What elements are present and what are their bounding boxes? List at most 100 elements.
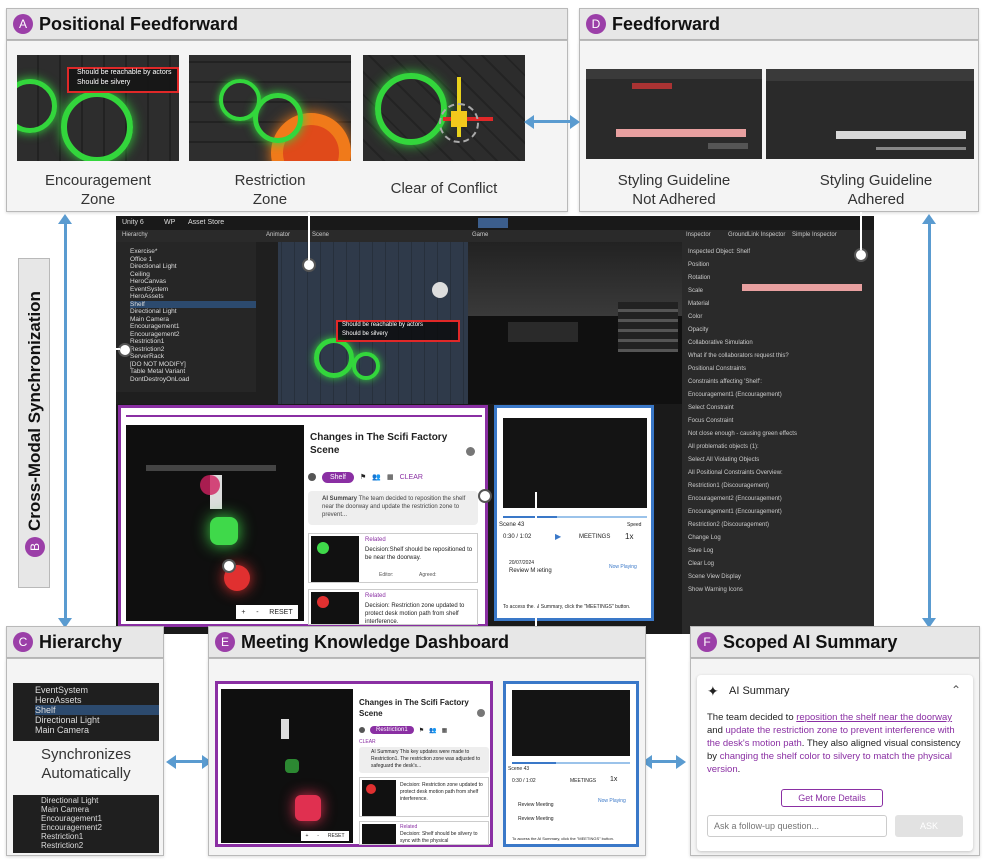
e-card2-chip: Related [400,824,418,830]
video-panel: Scene 43 0:30 / 1:02 ▶ MEETINGS Speed 1x… [494,405,654,621]
e-group-icon[interactable]: 👥 [429,727,436,734]
hierarchy-item[interactable]: Main Camera [41,805,159,814]
e-clear-button[interactable]: CLEAR [359,739,376,745]
card1-agreed: Agreed: [419,572,437,578]
unity-asset-store[interactable]: Asset Store [188,219,224,226]
hierarchy-item[interactable]: DontDestroyOnLoad [130,376,256,384]
get-more-details-button[interactable]: Get More Details [781,789,883,807]
hierarchy-item[interactable]: Main Camera [130,316,256,324]
hierarchy-item[interactable]: EventSystem [35,685,159,695]
hierarchy-item[interactable]: Shelf [130,300,256,308]
hierarchy-item[interactable]: Restriction1 [41,832,159,841]
ai-summary-text: The team decided to reposition the shelf… [707,712,961,775]
hierarchy-item[interactable]: HeroAssets [130,293,256,301]
group-icon[interactable]: 👥 [372,473,381,481]
scene-gizmo[interactable] [432,282,448,298]
tab-inspector[interactable]: Inspector [686,232,711,238]
e-3d-view[interactable]: + - RESET [221,689,353,843]
ai-summary-header: AI Summary [729,685,790,697]
e-ai-summary-box[interactable]: AI Summary This key updates were made to… [359,747,489,773]
hierarchy-item[interactable]: Table Metal Variant [130,368,256,376]
hierarchy-item[interactable]: Office 1 [130,256,256,264]
ask-button[interactable]: ASK [895,815,963,837]
panel-f-title: F Scoped AI Summary [690,626,980,658]
e-calendar-icon[interactable]: ▦ [442,727,448,734]
play-icon[interactable]: ▶ [555,532,561,541]
collapse-icon[interactable]: ⌃ [951,683,961,697]
hierarchy-item[interactable]: Encouragement2 [41,823,159,832]
tab-hierarchy[interactable]: Hierarchy [122,232,148,238]
ai-summary-box[interactable]: AI Summary The team decided to repositio… [308,491,478,525]
e-decision-card-2[interactable]: Related Decision: Shelf should be silver… [359,821,489,845]
e-zoom-in-button[interactable]: + [305,833,308,839]
dashboard-3d-view[interactable]: + - RESET [126,425,304,621]
tab-scene[interactable]: Scene [312,232,329,238]
play-button[interactable] [478,218,508,228]
person-icon[interactable] [308,473,316,481]
tab-simple-inspector[interactable]: Simple Inspector [792,232,837,238]
e-help-icon[interactable] [477,709,485,717]
hierarchy-item[interactable]: EventSystem [130,286,256,294]
hierarchy-item[interactable]: HeroCanvas [130,278,256,286]
hierarchy-item[interactable]: Directional Light [41,796,159,805]
hierarchy-item[interactable]: HeroAssets [35,695,159,705]
zoom-controls[interactable]: + - RESET [236,605,298,619]
filter-chip-shelf[interactable]: Shelf [322,471,354,483]
help-icon[interactable] [466,447,475,456]
hierarchy-item[interactable]: Exercise* [130,248,256,256]
hierarchy-top: EventSystem HeroAssets Shelf Directional Li… [13,683,159,741]
card2-text: Decision: Restriction zone updated to pr… [365,603,465,625]
hierarchy-item[interactable]: Directional Light [35,715,159,725]
hierarchy-item[interactable]: Directional Light [130,263,256,271]
follow-up-input[interactable] [707,815,887,837]
reset-button[interactable]: RESET [269,609,292,616]
connector-dot-d [854,248,868,262]
decision-card-2[interactable]: Related Decision: Restriction zone updat… [308,589,478,625]
speed-select[interactable]: 1x [625,532,633,541]
e-decision-card-1[interactable]: Decision: Restriction zone updated to pr… [359,777,489,817]
e-speed-select[interactable]: 1x [610,776,617,783]
e-person-icon[interactable] [359,727,365,733]
e-reset-button[interactable]: RESET [328,833,345,839]
e-zoom-controls[interactable]: + - RESET [301,831,349,841]
unity-hierarchy: Exercise* Office 1 Directional Light Ceilin… [116,242,256,392]
hierarchy-item[interactable]: Encouragement1 [130,323,256,331]
e-meeting-name-2[interactable]: Review Meeting [518,816,554,822]
hierarchy-item[interactable]: Encouragement1 [41,814,159,823]
hierarchy-item[interactable]: Directional Light [130,308,256,316]
tab-game[interactable]: Game [472,232,488,238]
video-frame[interactable] [503,418,647,508]
hierarchy-item[interactable]: Restriction2 [41,841,159,850]
video-scene: Scene 43 [499,522,525,528]
unity-wp[interactable]: WP [164,219,175,226]
decision-card-1[interactable]: Related Decision:Shelf should be reposit… [308,533,478,583]
e-video-scene: Scene 43 [508,766,530,772]
hierarchy-item[interactable]: Ceiling [130,271,256,279]
clear-button[interactable]: CLEAR [400,474,423,481]
e-zoom-out-button[interactable]: - [317,833,319,839]
zoom-out-button[interactable]: - [256,609,258,616]
zoom-in-button[interactable]: + [241,609,245,616]
calendar-icon[interactable]: ▦ [387,473,394,481]
hierarchy-item[interactable]: Restriction1 [130,338,256,346]
hierarchy-item[interactable]: [DO NOT MODIFY] [130,361,256,369]
e-video-frame[interactable] [512,690,630,756]
e-flag-icon[interactable]: ⚑ [419,727,424,734]
tab-animator[interactable]: Animator [266,232,290,238]
hierarchy-item[interactable]: ServerRack [130,353,256,361]
inspector-row[interactable]: What if the collaborators request this? [688,350,868,363]
hierarchy-item[interactable]: Main Camera [35,725,159,735]
ai-summary-card: ✦ AI Summary ⌃ The team decided to repos… [697,675,973,851]
hierarchy-item[interactable]: Shelf [35,705,159,715]
tab-groundlink-inspector[interactable]: GroundLink Inspector [728,232,785,238]
meeting-name[interactable]: Review Meeting [509,568,552,574]
filter-chip-restriction1[interactable]: Restriction1 [370,726,414,734]
connector-dot-c [222,559,236,573]
meetings-button[interactable]: MEETINGS [579,534,610,540]
caption-adhered: Styling Guideline Adhered [819,172,933,208]
hierarchy-item[interactable]: Encouragement2 [130,331,256,339]
e-meetings-button[interactable]: MEETINGS [570,778,596,784]
hierarchy-item[interactable]: Restriction2 [130,346,256,354]
e-meeting-name[interactable]: Review Meeting [518,802,554,808]
flag-icon[interactable]: ⚑ [360,473,366,481]
